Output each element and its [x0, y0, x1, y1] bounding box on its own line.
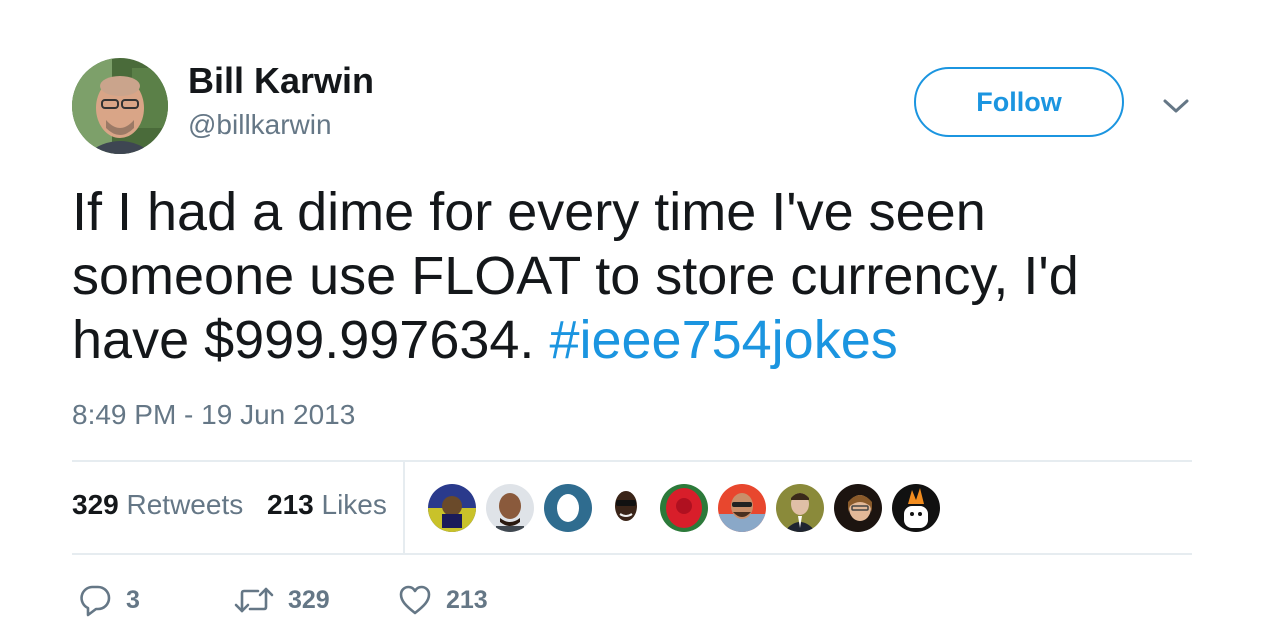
retweets-count: 329 [72, 489, 119, 520]
retweet-count: 329 [288, 585, 330, 614]
liker-avatars [428, 484, 940, 532]
like-count: 213 [446, 585, 488, 614]
retweet-action[interactable]: 329 [234, 578, 330, 622]
stats-divider [403, 462, 405, 553]
likes-count: 213 [267, 489, 314, 520]
reply-action[interactable]: 3 [78, 578, 140, 622]
retweets-label: Retweets [126, 489, 244, 520]
follow-button[interactable]: Follow [914, 67, 1124, 137]
liker-avatar[interactable] [486, 484, 534, 532]
liker-avatar[interactable] [834, 484, 882, 532]
retweet-icon [234, 587, 274, 613]
hashtag-link[interactable]: #ieee754jokes [549, 310, 897, 370]
author-photo [72, 58, 168, 154]
like-action[interactable]: 213 [398, 578, 488, 622]
tweet-timestamp[interactable]: 8:49 PM - 19 Jun 2013 [72, 398, 355, 432]
likes-stat[interactable]: 213 Likes [267, 489, 387, 520]
liker-avatar[interactable] [428, 484, 476, 532]
author-handle[interactable]: @billkarwin [188, 108, 332, 142]
tweet-stats: 329 Retweets 213 Likes [72, 488, 387, 522]
liker-avatar[interactable] [718, 484, 766, 532]
reply-icon [80, 585, 111, 617]
liker-avatar[interactable] [602, 484, 650, 532]
liker-avatar[interactable] [776, 484, 824, 532]
tweet-text: If I had a dime for every time I've seen… [72, 180, 1192, 372]
liker-avatar[interactable] [660, 484, 708, 532]
chevron-down-icon[interactable] [1160, 90, 1192, 122]
likes-label: Likes [321, 489, 387, 520]
author-name[interactable]: Bill Karwin [188, 60, 374, 102]
divider [72, 460, 1192, 462]
liker-avatar[interactable] [892, 484, 940, 532]
divider [72, 553, 1192, 555]
author-avatar[interactable] [72, 58, 168, 154]
liker-avatar[interactable] [544, 484, 592, 532]
heart-icon [399, 585, 431, 615]
retweets-stat[interactable]: 329 Retweets [72, 489, 243, 520]
reply-count: 3 [126, 585, 140, 614]
